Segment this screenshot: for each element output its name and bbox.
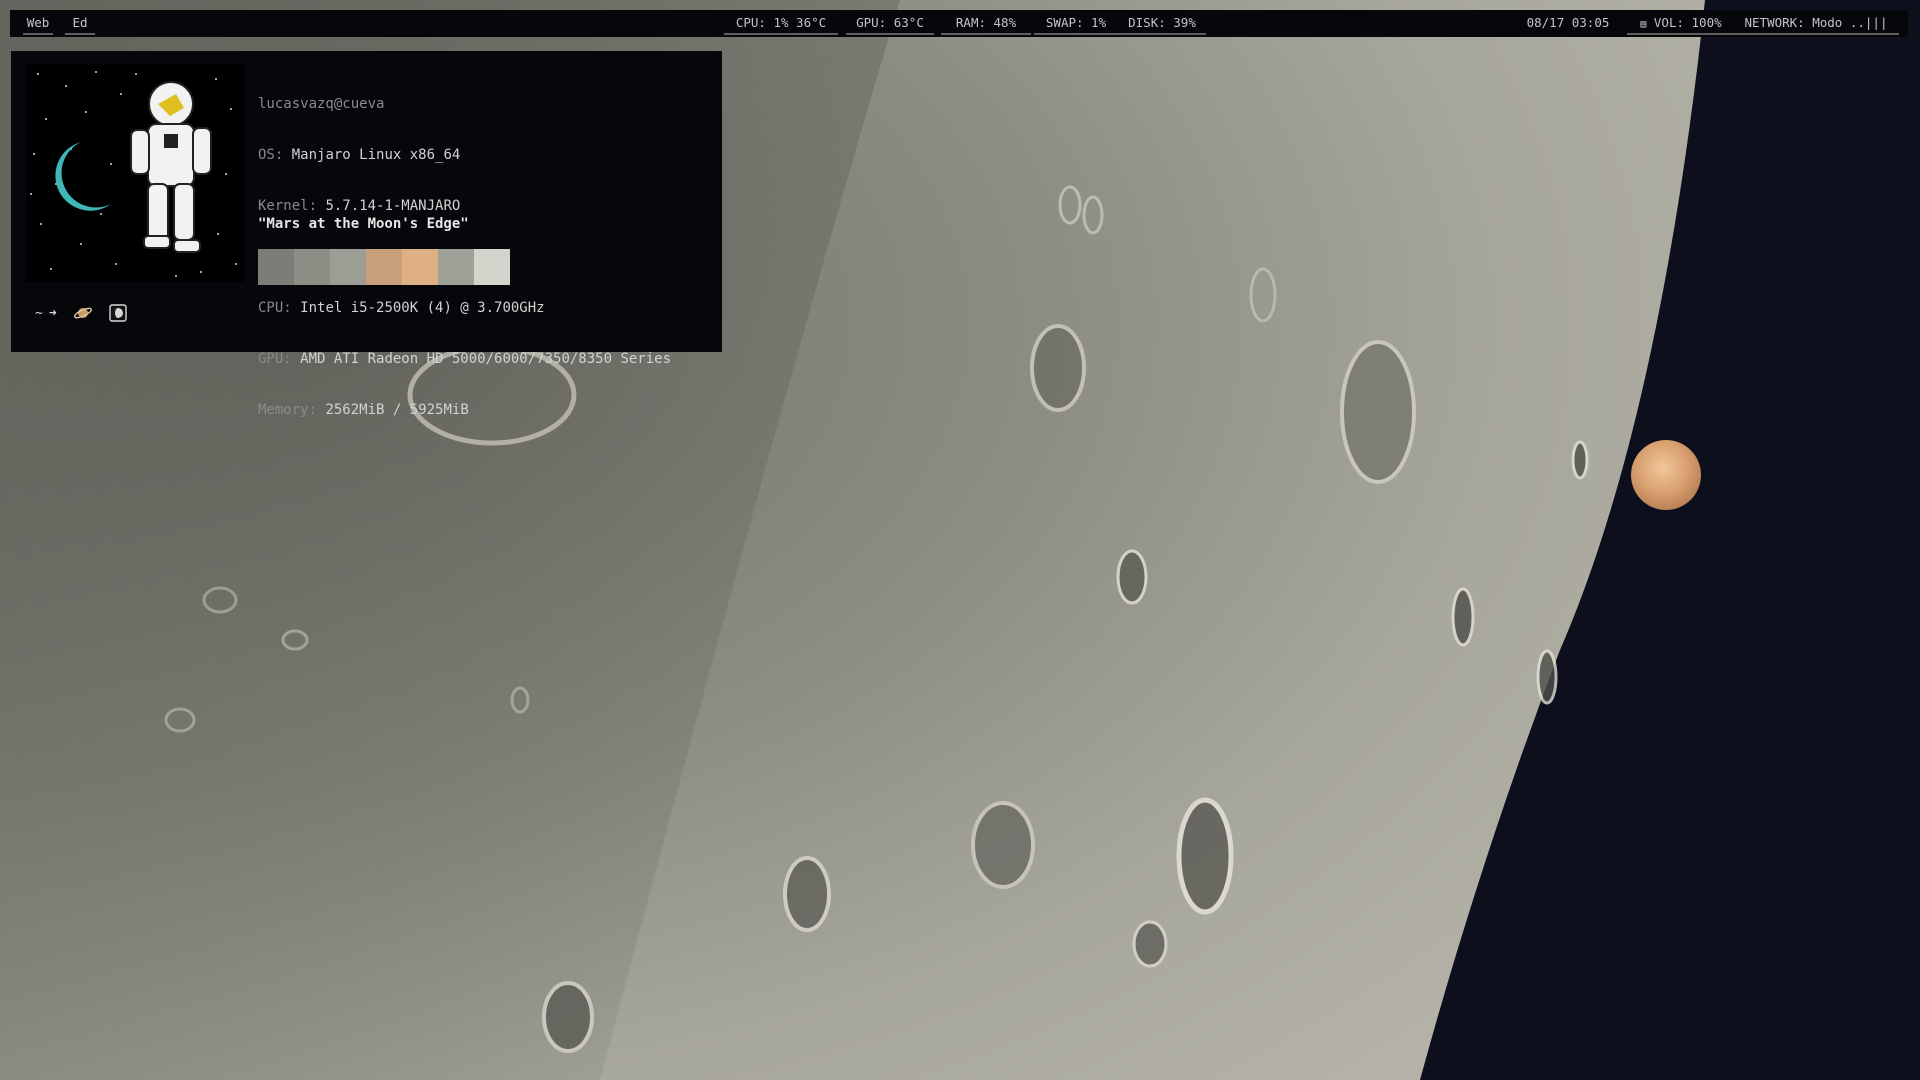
crater [1132, 920, 1168, 968]
datetime: 08/17 03:05 [1526, 15, 1610, 30]
info-row-memory: Memory: 2562MiB / 5925MiB [258, 402, 671, 419]
palette-swatch [366, 249, 402, 285]
network-widget[interactable]: NETWORK: Modo ..||| [1733, 10, 1899, 35]
user-host: lucasvazq@cueva [258, 96, 385, 112]
info-value: 2562MiB / 5925MiB [325, 402, 469, 418]
volume-icon: ▤ [1640, 19, 1647, 30]
info-value: Manjaro Linux x86_64 [291, 147, 461, 163]
crater [1176, 797, 1234, 915]
info-row-os: OS: Manjaro Linux x86_64 [258, 147, 671, 164]
crater [971, 801, 1035, 889]
info-key: OS: [258, 147, 284, 163]
swap-stat: SWAP: 1% [1034, 10, 1118, 35]
moon-phase-icon [108, 304, 127, 322]
cpu-stat: CPU: 1% 36°C [724, 10, 838, 35]
color-palette [258, 249, 510, 285]
astronaut-ascii-art [26, 64, 244, 282]
info-value: AMD ATI Radeon HD 5000/6000/7350/8350 Se… [300, 351, 672, 367]
info-value: 5.7.14-1-MANJARO [325, 198, 461, 214]
palette-swatch [294, 249, 330, 285]
palette-swatch [402, 249, 438, 285]
info-key: GPU: [258, 351, 292, 367]
prompt-tilde: ~ [35, 305, 43, 321]
palette-swatch [474, 249, 510, 285]
crater [783, 856, 831, 932]
top-status-bar: Web Ed CPU: 1% 36°C GPU: 63°C RAM: 48% S… [10, 10, 1908, 37]
neofetch-terminal: lucasvazq@cueva OS: Manjaro Linux x86_64… [11, 51, 722, 418]
workspace-web[interactable]: Web [23, 10, 53, 35]
info-key: Memory: [258, 402, 318, 418]
crater [1340, 340, 1416, 484]
crater [1536, 649, 1558, 705]
volume-widget[interactable]: ▤ VOL: 100% [1627, 10, 1735, 35]
palette-swatch [258, 249, 294, 285]
crater [1030, 324, 1086, 412]
info-value: Intel i5-2500K (4) @ 3.700GHz [300, 300, 545, 316]
palette-swatch [330, 249, 366, 285]
mars-planet [1631, 440, 1701, 510]
saturn-icon [73, 307, 92, 319]
info-row-gpu: GPU: AMD ATI Radeon HD 5000/6000/7350/83… [258, 351, 671, 368]
prompt-arrow: ➜ [48, 305, 57, 321]
gpu-stat: GPU: 63°C [846, 10, 934, 35]
crater [1571, 440, 1589, 480]
disk-stat: DISK: 39% [1118, 10, 1206, 35]
ram-stat: RAM: 48% [941, 10, 1031, 35]
info-key: CPU: [258, 300, 292, 316]
crater [1451, 587, 1475, 647]
volume-label: VOL: 100% [1653, 15, 1722, 30]
crater [542, 981, 594, 1053]
info-key: Kernel: [258, 198, 318, 214]
info-row-kernel: Kernel: 5.7.14-1-MANJARO [258, 198, 671, 215]
shell-prompt[interactable]: ~ ➜ [35, 304, 127, 322]
workspace-ed[interactable]: Ed [65, 10, 95, 35]
info-row-cpu: CPU: Intel i5-2500K (4) @ 3.700GHz [258, 300, 671, 317]
palette-swatch [438, 249, 474, 285]
crater [1116, 549, 1148, 605]
wallpaper-title: "Mars at the Moon's Edge" [258, 216, 469, 232]
